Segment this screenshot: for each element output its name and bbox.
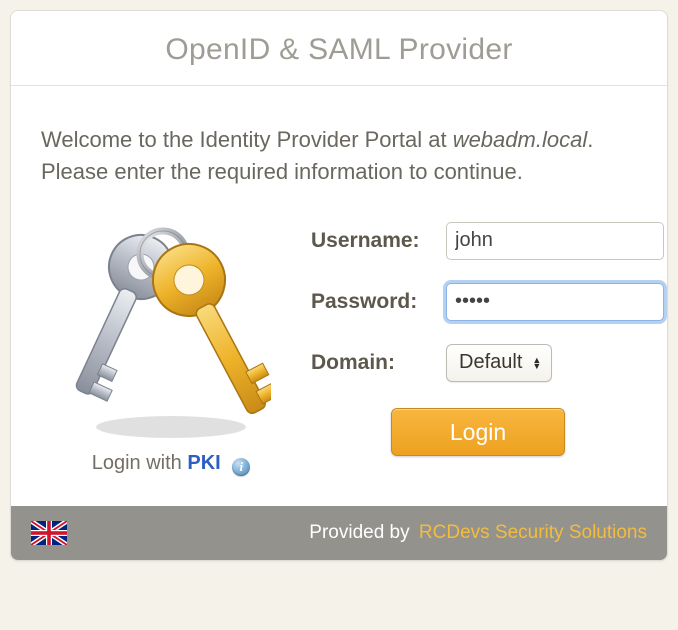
domain-value: Default: [459, 351, 522, 374]
page-title: OpenID & SAML Provider: [11, 33, 667, 67]
select-arrows-icon: ▲▼: [532, 357, 541, 369]
language-flag-uk[interactable]: [31, 521, 67, 545]
login-card: OpenID & SAML Provider Welcome to the Id…: [10, 10, 668, 561]
login-button[interactable]: Login: [391, 408, 565, 456]
password-input[interactable]: [446, 283, 664, 321]
intro-line2: Please enter the required information to…: [41, 159, 523, 184]
keys-icon: [71, 222, 271, 442]
intro-text: Welcome to the Identity Provider Portal …: [41, 124, 637, 188]
content-row: Login with PKI i Username: Password:: [41, 222, 637, 476]
domain-label: Domain:: [311, 351, 446, 375]
card-footer: Provided by RCDevs Security Solutions: [11, 506, 667, 560]
left-column: Login with PKI i: [41, 222, 301, 476]
footer-provided: Provided by: [309, 522, 409, 543]
domain-select[interactable]: Default ▲▼: [446, 344, 552, 382]
intro-prefix: Welcome to the Identity Provider Portal …: [41, 127, 453, 152]
username-label: Username:: [311, 229, 446, 253]
card-header: OpenID & SAML Provider: [11, 11, 667, 86]
login-with-pki[interactable]: Login with PKI i: [41, 452, 301, 476]
username-row: Username:: [311, 222, 664, 260]
username-input[interactable]: [446, 222, 664, 260]
password-row: Password:: [311, 283, 664, 321]
info-icon[interactable]: i: [232, 458, 250, 476]
login-form: Username: Password: Domain: Default: [301, 222, 664, 476]
button-row: Login: [311, 408, 664, 456]
password-label: Password:: [311, 290, 446, 314]
footer-vendor-link[interactable]: RCDevs Security Solutions: [419, 522, 647, 543]
intro-suffix: .: [587, 127, 593, 152]
footer-text: Provided by RCDevs Security Solutions: [309, 522, 647, 544]
pki-label: PKI: [187, 452, 220, 474]
domain-row: Domain: Default ▲▼: [311, 344, 664, 382]
pki-prefix: Login with: [92, 452, 188, 474]
card-body: Welcome to the Identity Provider Portal …: [11, 86, 667, 506]
intro-host: webadm.local: [453, 127, 588, 152]
